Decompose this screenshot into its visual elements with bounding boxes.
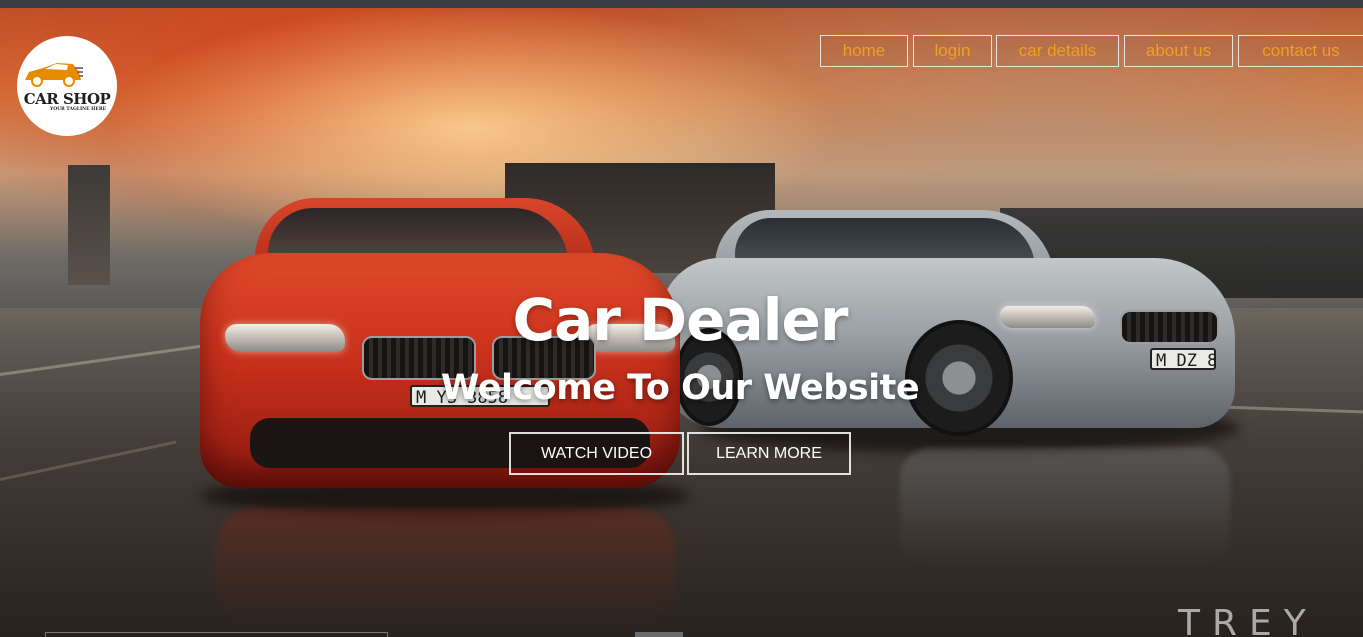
nav-login[interactable]: login (913, 35, 992, 67)
grey-car-license-plate: M DZ 8408 (1150, 348, 1216, 370)
nav-car-details[interactable]: car details (996, 35, 1119, 67)
nav-about-us[interactable]: about us (1124, 35, 1233, 67)
hero-section: M DZ 8408 M YS 3858 CAR SHOP YOUR TAGLIN… (0, 8, 1363, 637)
background-building (68, 165, 110, 285)
bottom-scroll-thumb (635, 632, 683, 637)
logo-tagline: YOUR TAGLINE HERE (49, 107, 107, 112)
car-shop-logo[interactable]: CAR SHOP YOUR TAGLINE HERE (17, 36, 117, 136)
red-car-headlight-left (225, 324, 345, 352)
hero-subtitle: Welcome To Our Website (440, 368, 920, 408)
browser-top-strip (0, 0, 1363, 8)
watch-video-button[interactable]: WATCH VIDEO (509, 432, 684, 475)
logo-title: CAR SHOP (23, 90, 111, 108)
grey-car-grille (1120, 310, 1219, 344)
grey-car-reflection (900, 448, 1230, 568)
red-car-reflection (215, 508, 675, 628)
image-watermark: TREY (1178, 603, 1318, 637)
bottom-scroll-indicator (45, 632, 388, 637)
hero-title: Car Dealer (512, 286, 849, 354)
grey-car-headlight (1000, 306, 1095, 328)
learn-more-button[interactable]: LEARN MORE (687, 432, 851, 475)
car-icon (25, 63, 83, 87)
nav-home[interactable]: home (820, 35, 908, 67)
nav-contact-us[interactable]: contact us (1238, 35, 1363, 67)
